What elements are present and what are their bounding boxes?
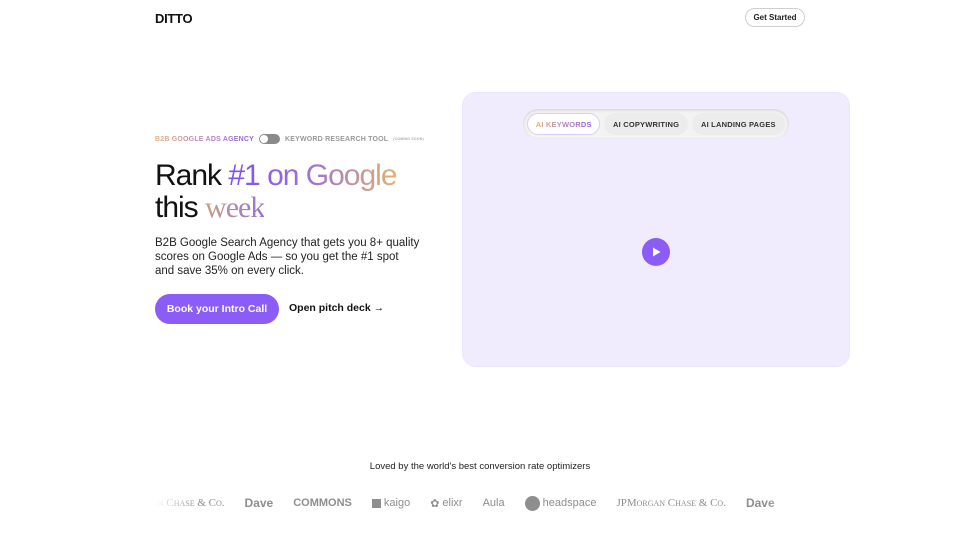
title-part: this bbox=[155, 191, 206, 224]
logo-commons: COMMONS bbox=[293, 497, 352, 509]
logo-kaigo: kaigo bbox=[371, 497, 411, 509]
eyebrow-agency: B2B GOOGLE ADS AGENCY bbox=[155, 135, 254, 143]
ditto-logo[interactable]: DITTO bbox=[155, 11, 193, 26]
eyebrow-tool: KEYWORD RESEARCH TOOL bbox=[284, 135, 389, 143]
book-intro-call-button[interactable]: Book your Intro Call bbox=[155, 294, 279, 324]
logo-dave: Dave bbox=[745, 496, 775, 510]
logo-jpmorgan: JPMorgan Chase & Co. bbox=[616, 497, 726, 509]
feature-tabs: AI KEYWORDS AI COPYWRITING AI LANDING PA… bbox=[523, 109, 789, 139]
arrow-right-icon: → bbox=[373, 302, 385, 314]
mode-toggle[interactable] bbox=[258, 134, 280, 144]
logo-aula: Aula bbox=[482, 497, 505, 509]
logo-text: headspace bbox=[542, 497, 597, 509]
kaigo-icon bbox=[371, 498, 381, 508]
title-week: week bbox=[205, 191, 265, 224]
tab-ai-landing-pages[interactable]: AI LANDING PAGES bbox=[691, 113, 785, 135]
video-panel: AI KEYWORDS AI COPYWRITING AI LANDING PA… bbox=[462, 92, 850, 367]
coming-soon-note: (COMING SOON) bbox=[393, 137, 424, 141]
logo-text: elixr bbox=[442, 497, 463, 509]
eyebrow: B2B GOOGLE ADS AGENCY KEYWORD RESEARCH T… bbox=[155, 134, 424, 144]
tab-ai-keywords[interactable]: AI KEYWORDS bbox=[527, 113, 601, 135]
social-proof-heading: Loved by the world's best conversion rat… bbox=[369, 461, 591, 472]
logo-text: kaigo bbox=[383, 497, 411, 509]
logo-jpmorgan: JPMorgan Chase & Co. bbox=[155, 497, 225, 509]
get-started-button[interactable]: Get Started bbox=[745, 8, 805, 27]
title-part: Rank bbox=[155, 159, 229, 192]
pitch-label: Open pitch deck bbox=[289, 302, 371, 314]
tab-ai-copywriting[interactable]: AI COPYWRITING bbox=[604, 113, 688, 135]
customer-logos: JPMorgan Chase & Co. Dave COMMONS kaigo … bbox=[155, 494, 805, 512]
play-button[interactable] bbox=[642, 238, 670, 266]
title-highlight: #1 on Google bbox=[228, 159, 397, 192]
hero-title: Rank #1 on Google this week bbox=[155, 159, 398, 224]
headspace-icon bbox=[524, 495, 540, 511]
logo-elixr: ✿ elixr bbox=[430, 497, 462, 510]
logo-headspace: headspace bbox=[524, 495, 597, 511]
play-icon bbox=[653, 247, 661, 257]
open-pitch-deck-link[interactable]: Open pitch deck → bbox=[289, 302, 384, 314]
hero-description: B2B Google Search Agency that gets you 8… bbox=[155, 237, 420, 277]
elixr-icon: ✿ bbox=[430, 497, 440, 510]
tab-label: AI KEYWORDS bbox=[535, 119, 592, 129]
logo-dave: Dave bbox=[244, 496, 274, 510]
